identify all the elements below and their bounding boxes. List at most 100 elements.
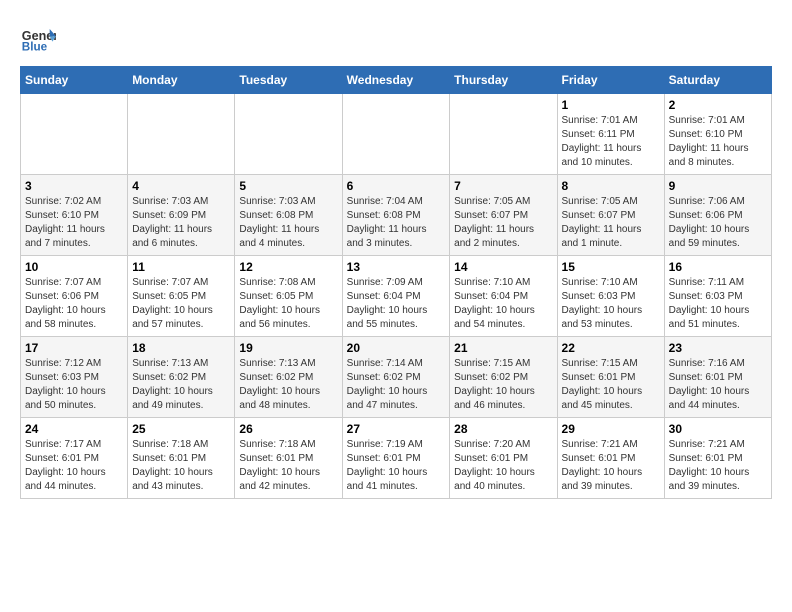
day-number: 15 bbox=[562, 260, 660, 274]
day-cell: 14 Sunrise: 7:10 AM Sunset: 6:04 PM Dayli… bbox=[450, 256, 557, 337]
day-info: Sunrise: 7:18 AM Sunset: 6:01 PM Dayligh… bbox=[132, 438, 230, 494]
day-header-thursday: Thursday bbox=[450, 67, 557, 94]
day-info: Sunrise: 7:01 AM Sunset: 6:10 PM Dayligh… bbox=[669, 114, 767, 170]
day-info: Sunrise: 7:19 AM Sunset: 6:01 PM Dayligh… bbox=[347, 438, 446, 494]
day-header-wednesday: Wednesday bbox=[342, 67, 450, 94]
day-number: 22 bbox=[562, 341, 660, 355]
day-number: 25 bbox=[132, 422, 230, 436]
day-info: Sunrise: 7:20 AM Sunset: 6:01 PM Dayligh… bbox=[454, 438, 552, 494]
day-cell: 19 Sunrise: 7:13 AM Sunset: 6:02 PM Dayli… bbox=[235, 337, 342, 418]
day-cell: 2 Sunrise: 7:01 AM Sunset: 6:10 PM Daylig… bbox=[664, 94, 771, 175]
day-cell: 29 Sunrise: 7:21 AM Sunset: 6:01 PM Dayli… bbox=[557, 418, 664, 499]
day-info: Sunrise: 7:21 AM Sunset: 6:01 PM Dayligh… bbox=[669, 438, 767, 494]
day-cell: 27Sunrise: 7:19 AM Sunset: 6:01 PM Dayli… bbox=[342, 418, 450, 499]
day-info: Sunrise: 7:08 AM Sunset: 6:05 PM Dayligh… bbox=[239, 276, 337, 332]
day-cell: 28 Sunrise: 7:20 AM Sunset: 6:01 PM Dayli… bbox=[450, 418, 557, 499]
day-cell: 25 Sunrise: 7:18 AM Sunset: 6:01 PM Dayli… bbox=[128, 418, 235, 499]
day-number: 17 bbox=[25, 341, 123, 355]
day-number: 9 bbox=[669, 179, 767, 193]
day-info: Sunrise: 7:09 AM Sunset: 6:04 PM Dayligh… bbox=[347, 276, 446, 332]
day-cell: 6 Sunrise: 7:04 AM Sunset: 6:08 PM Daylig… bbox=[342, 175, 450, 256]
day-info: Sunrise: 7:03 AM Sunset: 6:08 PM Dayligh… bbox=[239, 195, 337, 251]
day-number: 11 bbox=[132, 260, 230, 274]
day-number: 1 bbox=[562, 98, 660, 112]
day-info: Sunrise: 7:07 AM Sunset: 6:05 PM Dayligh… bbox=[132, 276, 230, 332]
day-info: Sunrise: 7:10 AM Sunset: 6:03 PM Dayligh… bbox=[562, 276, 660, 332]
day-info: Sunrise: 7:07 AM Sunset: 6:06 PM Dayligh… bbox=[25, 276, 123, 332]
day-number: 28 bbox=[454, 422, 552, 436]
day-cell: 9 Sunrise: 7:06 AM Sunset: 6:06 PM Daylig… bbox=[664, 175, 771, 256]
day-cell bbox=[21, 94, 128, 175]
logo-icon: General Blue bbox=[20, 20, 56, 56]
calendar-table: SundayMondayTuesdayWednesdayThursdayFrid… bbox=[20, 66, 772, 499]
day-cell: 11 Sunrise: 7:07 AM Sunset: 6:05 PM Dayli… bbox=[128, 256, 235, 337]
day-cell: 5Sunrise: 7:03 AM Sunset: 6:08 PM Daylig… bbox=[235, 175, 342, 256]
day-number: 10 bbox=[25, 260, 123, 274]
day-info: Sunrise: 7:02 AM Sunset: 6:10 PM Dayligh… bbox=[25, 195, 123, 251]
day-cell: 4Sunrise: 7:03 AM Sunset: 6:09 PM Daylig… bbox=[128, 175, 235, 256]
day-cell: 15 Sunrise: 7:10 AM Sunset: 6:03 PM Dayli… bbox=[557, 256, 664, 337]
week-row-3: 10 Sunrise: 7:07 AM Sunset: 6:06 PM Dayli… bbox=[21, 256, 772, 337]
day-number: 29 bbox=[562, 422, 660, 436]
days-header-row: SundayMondayTuesdayWednesdayThursdayFrid… bbox=[21, 67, 772, 94]
day-info: Sunrise: 7:10 AM Sunset: 6:04 PM Dayligh… bbox=[454, 276, 552, 332]
day-cell: 16 Sunrise: 7:11 AM Sunset: 6:03 PM Dayli… bbox=[664, 256, 771, 337]
day-cell: 22 Sunrise: 7:15 AM Sunset: 6:01 PM Dayli… bbox=[557, 337, 664, 418]
day-number: 7 bbox=[454, 179, 552, 193]
day-number: 3 bbox=[25, 179, 123, 193]
day-header-monday: Monday bbox=[128, 67, 235, 94]
day-info: Sunrise: 7:05 AM Sunset: 6:07 PM Dayligh… bbox=[454, 195, 552, 251]
week-row-1: 1Sunrise: 7:01 AM Sunset: 6:11 PM Daylig… bbox=[21, 94, 772, 175]
day-number: 6 bbox=[347, 179, 446, 193]
day-info: Sunrise: 7:15 AM Sunset: 6:01 PM Dayligh… bbox=[562, 357, 660, 413]
week-row-5: 24 Sunrise: 7:17 AM Sunset: 6:01 PM Dayli… bbox=[21, 418, 772, 499]
day-info: Sunrise: 7:03 AM Sunset: 6:09 PM Dayligh… bbox=[132, 195, 230, 251]
day-number: 2 bbox=[669, 98, 767, 112]
week-row-2: 3 Sunrise: 7:02 AM Sunset: 6:10 PM Daylig… bbox=[21, 175, 772, 256]
day-info: Sunrise: 7:15 AM Sunset: 6:02 PM Dayligh… bbox=[454, 357, 552, 413]
day-number: 13 bbox=[347, 260, 446, 274]
day-info: Sunrise: 7:13 AM Sunset: 6:02 PM Dayligh… bbox=[132, 357, 230, 413]
day-info: Sunrise: 7:21 AM Sunset: 6:01 PM Dayligh… bbox=[562, 438, 660, 494]
day-info: Sunrise: 7:13 AM Sunset: 6:02 PM Dayligh… bbox=[239, 357, 337, 413]
day-cell: 23Sunrise: 7:16 AM Sunset: 6:01 PM Dayli… bbox=[664, 337, 771, 418]
day-cell: 12 Sunrise: 7:08 AM Sunset: 6:05 PM Dayli… bbox=[235, 256, 342, 337]
day-cell: 10 Sunrise: 7:07 AM Sunset: 6:06 PM Dayli… bbox=[21, 256, 128, 337]
day-info: Sunrise: 7:11 AM Sunset: 6:03 PM Dayligh… bbox=[669, 276, 767, 332]
day-cell: 26Sunrise: 7:18 AM Sunset: 6:01 PM Dayli… bbox=[235, 418, 342, 499]
day-cell: 13 Sunrise: 7:09 AM Sunset: 6:04 PM Dayli… bbox=[342, 256, 450, 337]
day-cell: 30Sunrise: 7:21 AM Sunset: 6:01 PM Dayli… bbox=[664, 418, 771, 499]
day-cell bbox=[450, 94, 557, 175]
day-number: 24 bbox=[25, 422, 123, 436]
day-number: 19 bbox=[239, 341, 337, 355]
day-cell bbox=[342, 94, 450, 175]
logo: General Blue bbox=[20, 20, 56, 56]
day-number: 14 bbox=[454, 260, 552, 274]
day-info: Sunrise: 7:12 AM Sunset: 6:03 PM Dayligh… bbox=[25, 357, 123, 413]
day-cell: 3 Sunrise: 7:02 AM Sunset: 6:10 PM Daylig… bbox=[21, 175, 128, 256]
day-header-friday: Friday bbox=[557, 67, 664, 94]
day-info: Sunrise: 7:05 AM Sunset: 6:07 PM Dayligh… bbox=[562, 195, 660, 251]
day-cell: 24 Sunrise: 7:17 AM Sunset: 6:01 PM Dayli… bbox=[21, 418, 128, 499]
day-header-tuesday: Tuesday bbox=[235, 67, 342, 94]
day-header-saturday: Saturday bbox=[664, 67, 771, 94]
day-number: 20 bbox=[347, 341, 446, 355]
day-number: 18 bbox=[132, 341, 230, 355]
day-header-sunday: Sunday bbox=[21, 67, 128, 94]
day-cell: 21Sunrise: 7:15 AM Sunset: 6:02 PM Dayli… bbox=[450, 337, 557, 418]
day-info: Sunrise: 7:06 AM Sunset: 6:06 PM Dayligh… bbox=[669, 195, 767, 251]
page-header: General Blue bbox=[20, 20, 772, 56]
day-info: Sunrise: 7:17 AM Sunset: 6:01 PM Dayligh… bbox=[25, 438, 123, 494]
day-number: 8 bbox=[562, 179, 660, 193]
day-cell bbox=[235, 94, 342, 175]
day-info: Sunrise: 7:14 AM Sunset: 6:02 PM Dayligh… bbox=[347, 357, 446, 413]
day-number: 16 bbox=[669, 260, 767, 274]
week-row-4: 17 Sunrise: 7:12 AM Sunset: 6:03 PM Dayli… bbox=[21, 337, 772, 418]
day-number: 23 bbox=[669, 341, 767, 355]
day-info: Sunrise: 7:04 AM Sunset: 6:08 PM Dayligh… bbox=[347, 195, 446, 251]
day-number: 26 bbox=[239, 422, 337, 436]
day-cell: 8 Sunrise: 7:05 AM Sunset: 6:07 PM Daylig… bbox=[557, 175, 664, 256]
day-number: 12 bbox=[239, 260, 337, 274]
day-cell: 18 Sunrise: 7:13 AM Sunset: 6:02 PM Dayli… bbox=[128, 337, 235, 418]
day-cell bbox=[128, 94, 235, 175]
